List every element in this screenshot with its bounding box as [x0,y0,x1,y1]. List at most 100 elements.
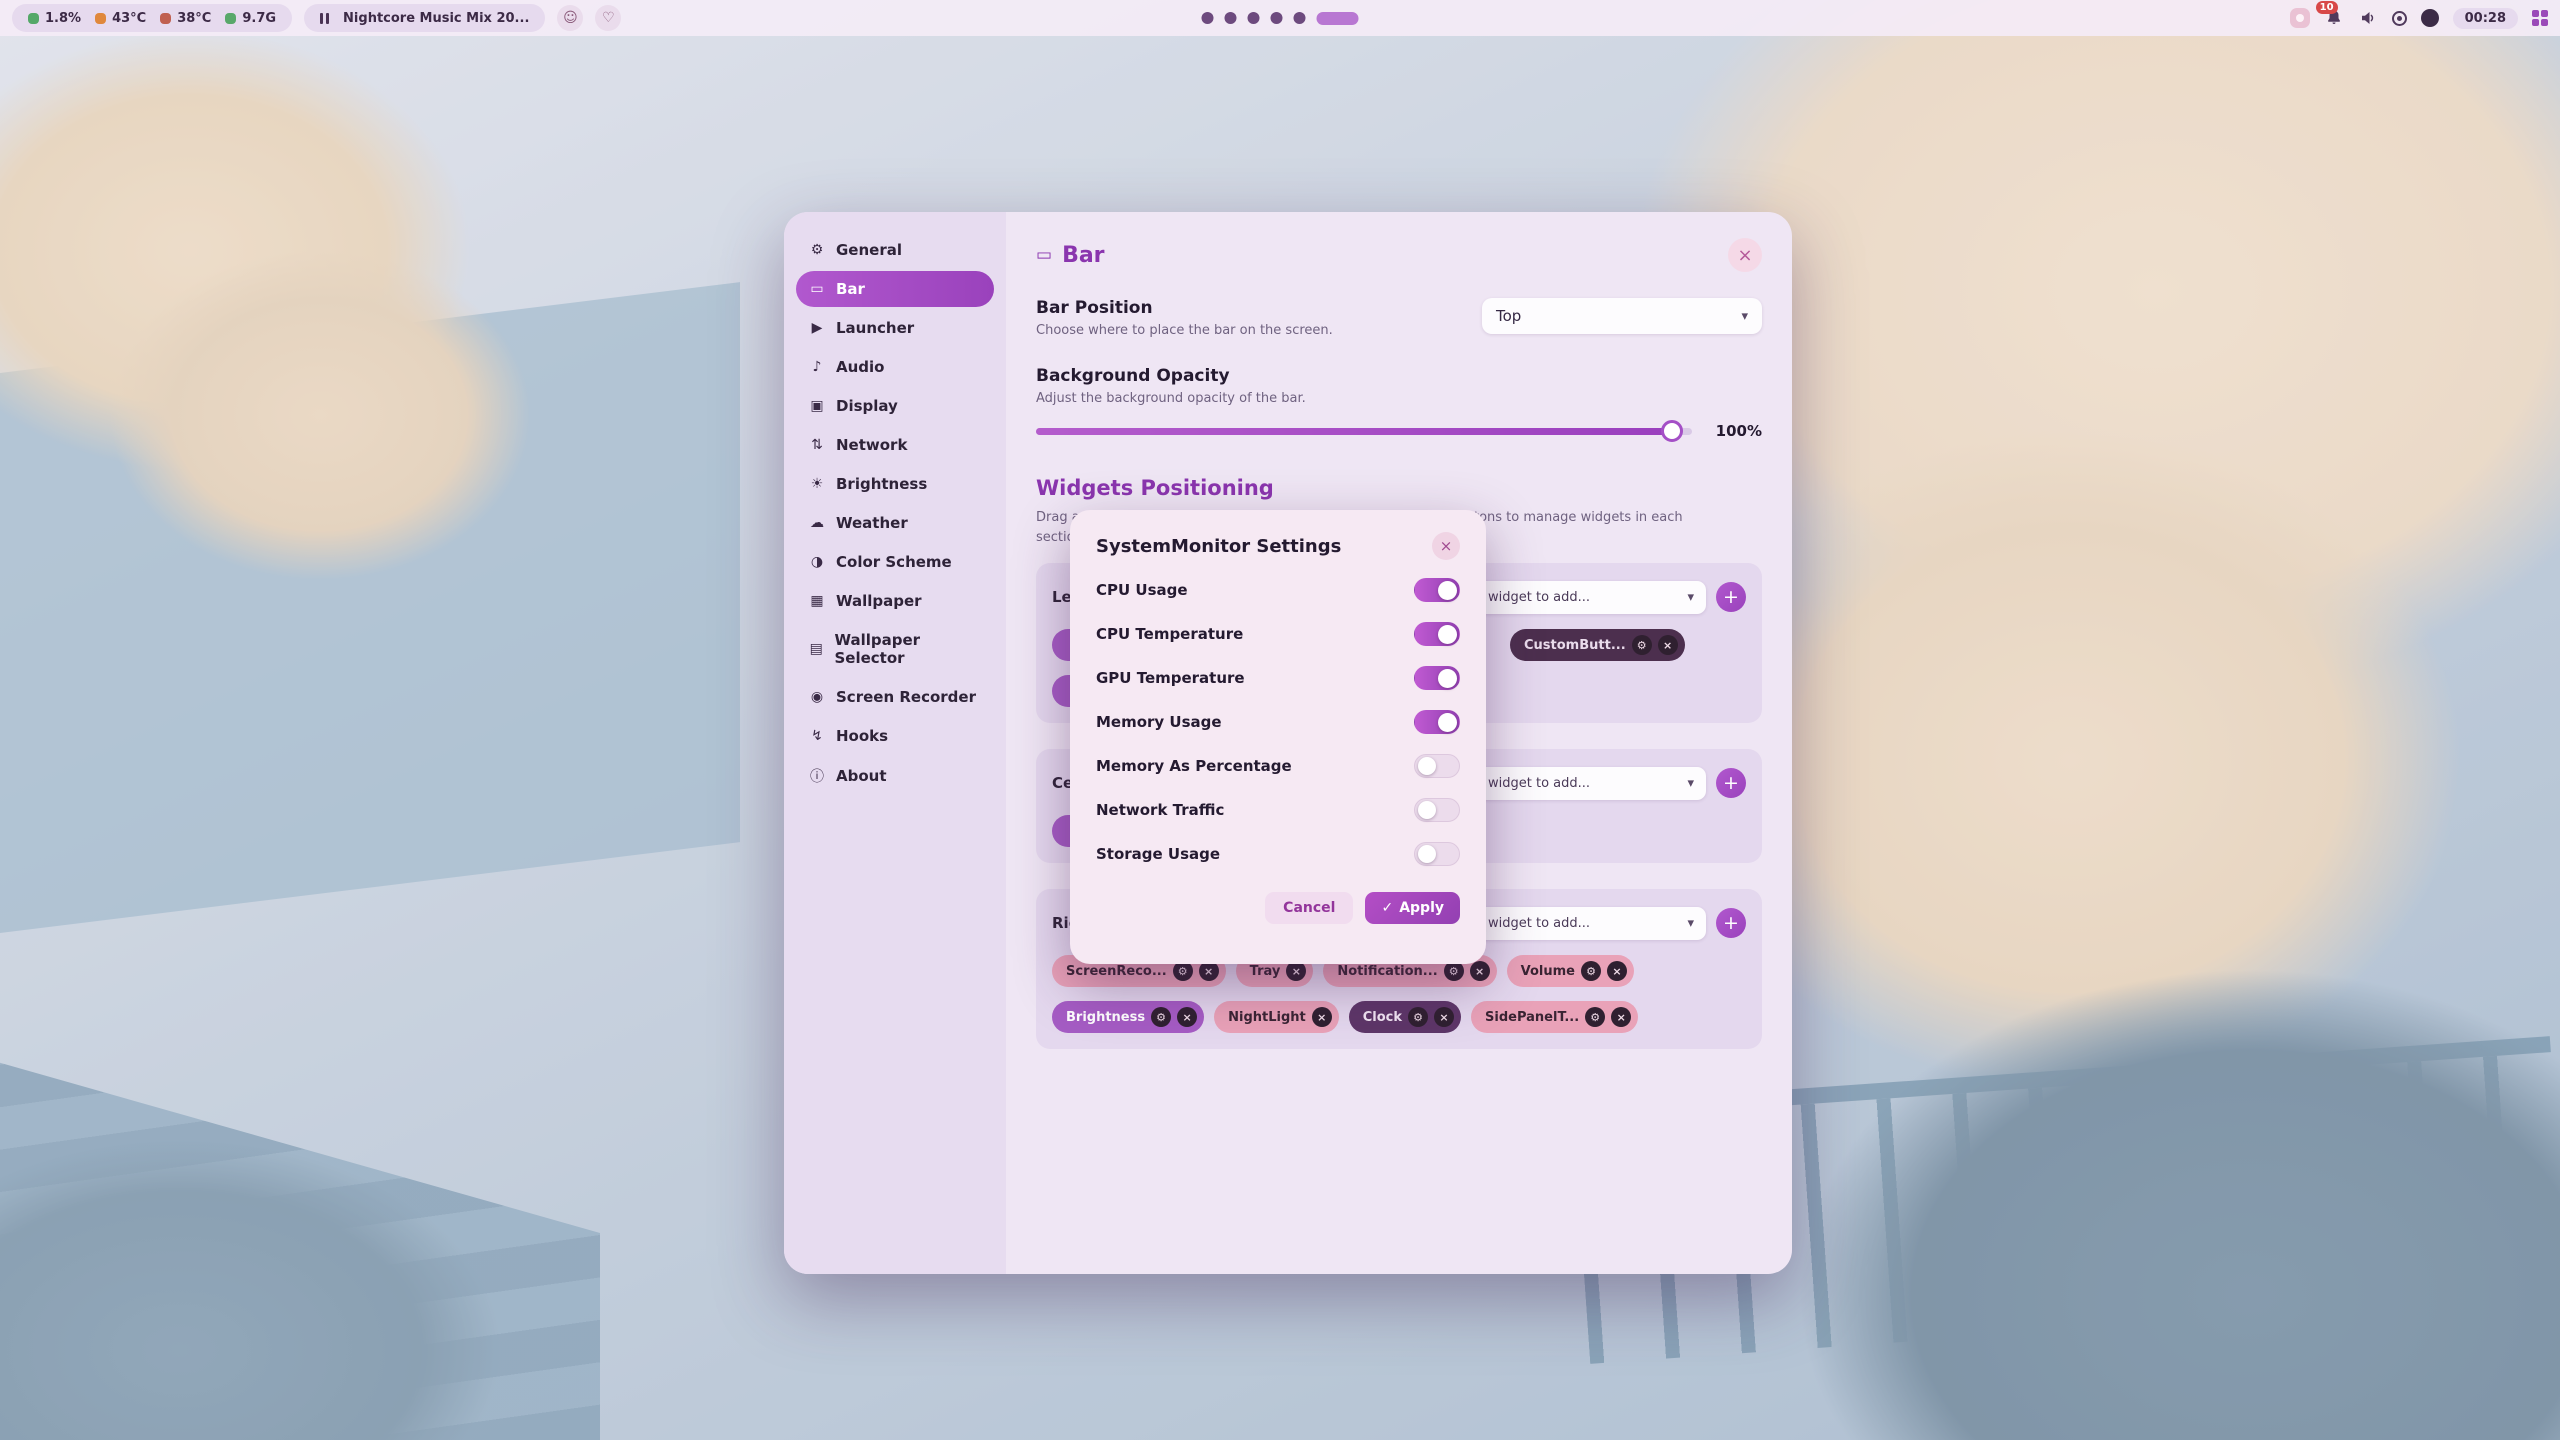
chevron-down-icon: ▾ [1741,309,1748,324]
settings-sidebar: ⚙ General ▭ Bar ▶ Launcher ♪ Audio ▣ Dis… [784,212,1006,1274]
favorites-button[interactable]: ♡ [595,5,621,31]
sidebar-item-brightness[interactable]: ☀ Brightness [796,466,994,502]
chip-settings-button[interactable]: ⚙ [1585,1007,1605,1027]
chevron-down-icon: ▾ [1687,776,1694,791]
sidebar-item-about[interactable]: ⓘ About [796,757,994,795]
clock[interactable]: 00:28 [2453,8,2518,29]
chip-remove-button[interactable]: × [1611,1007,1631,1027]
opacity-value: 100% [1710,422,1762,440]
bar-position-dropdown[interactable]: Top ▾ [1482,298,1762,334]
sidebar-item-wallpaper[interactable]: ▦ Wallpaper [796,583,994,619]
sidebar-item-launcher[interactable]: ▶ Launcher [796,310,994,346]
hook-icon: ↯ [808,728,826,744]
chip-remove-button[interactable]: × [1286,961,1306,981]
sidebar-item-display[interactable]: ▣ Display [796,388,994,424]
memory-as-percentage-toggle[interactable] [1414,754,1460,778]
close-icon: × [1617,1011,1626,1024]
chip-remove-button[interactable]: × [1199,961,1219,981]
cancel-button[interactable]: Cancel [1265,892,1353,924]
memory-icon [225,13,236,24]
chip-settings-button[interactable]: ⚙ [1444,961,1464,981]
memory-usage-toggle[interactable] [1414,710,1460,734]
plus-icon: + [1723,912,1739,934]
night-light-icon[interactable] [2421,9,2439,27]
storage-usage-toggle[interactable] [1414,842,1460,866]
toggle-row: Storage Usage [1096,832,1460,876]
sidebar-item-audio[interactable]: ♪ Audio [796,349,994,385]
chip-custombutton[interactable]: CustomButt... ⚙ × [1510,629,1685,661]
system-stats-pill[interactable]: 1.8% 43°C 38°C 9.7G [12,4,292,32]
sidebar-item-screen-recorder[interactable]: ◉ Screen Recorder [796,679,994,715]
left-add-widget-dropdown[interactable]: widget to add... ▾ [1476,581,1706,614]
sidebar-item-general[interactable]: ⚙ General [796,232,994,268]
launcher-icon[interactable] [2290,8,2310,28]
left-add-widget-button[interactable]: + [1716,582,1746,612]
images-icon: ▤ [808,641,825,657]
palette-icon: ◑ [808,554,826,570]
right-add-widget-dropdown[interactable]: widget to add... ▾ [1476,907,1706,940]
chip-remove-button[interactable]: × [1434,1007,1454,1027]
chip-remove-button[interactable]: × [1470,961,1490,981]
sidebar-item-wallpaper-selector[interactable]: ▤ Wallpaper Selector [796,622,994,676]
chip-nightlight[interactable]: NightLight × [1214,1001,1339,1033]
bar-icon: ▭ [808,281,826,297]
media-player-pill[interactable]: Nightcore Music Mix 20... [304,4,545,32]
gear-icon: ⚙ [1178,965,1188,978]
bar-position-label: Bar Position [1036,298,1333,318]
toggle-row: CPU Temperature [1096,612,1460,656]
modal-title: SystemMonitor Settings [1096,536,1341,557]
workspace-dot[interactable] [1294,12,1306,24]
gear-icon: ⚙ [1449,965,1459,978]
chip-clock[interactable]: Clock ⚙ × [1349,1001,1461,1033]
gpu-temperature-toggle[interactable] [1414,666,1460,690]
chip-remove-button[interactable]: × [1312,1007,1332,1027]
chip-sidepaneltoggle[interactable]: SidePanelT... ⚙ × [1471,1001,1638,1033]
workspace-indicator [1202,0,1359,36]
chip-settings-button[interactable]: ⚙ [1581,961,1601,981]
media-title: Nightcore Music Mix 20... [343,11,529,26]
workspace-dot[interactable] [1271,12,1283,24]
workspace-active-pill[interactable] [1317,12,1359,25]
close-icon: × [1440,537,1453,555]
close-icon: × [1737,245,1752,266]
window-close-button[interactable]: × [1728,238,1762,272]
chip-remove-button[interactable]: × [1658,635,1678,655]
chip-settings-button[interactable]: ⚙ [1632,635,1652,655]
cpu-usage-toggle[interactable] [1414,578,1460,602]
status-bar: 1.8% 43°C 38°C 9.7G Nightcore Music Mix … [0,0,2560,36]
workspace-dot[interactable] [1248,12,1260,24]
workspace-dot[interactable] [1225,12,1237,24]
chip-remove-button[interactable]: × [1607,961,1627,981]
right-add-widget-button[interactable]: + [1716,908,1746,938]
opacity-slider-handle[interactable] [1661,420,1683,442]
check-icon: ✓ [1381,900,1393,916]
workspace-dot[interactable] [1202,12,1214,24]
sidebar-item-network[interactable]: ⇅ Network [796,427,994,463]
center-add-widget-dropdown[interactable]: widget to add... ▾ [1476,767,1706,800]
notifications-button[interactable]: 10 [2324,8,2344,28]
chip-settings-button[interactable]: ⚙ [1151,1007,1171,1027]
volume-button[interactable] [2358,8,2378,28]
chip-remove-button[interactable]: × [1177,1007,1197,1027]
chip-brightness[interactable]: Brightness ⚙ × [1052,1001,1204,1033]
dashboard-grid-icon[interactable] [2532,10,2548,26]
plus-icon: + [1723,772,1739,794]
modal-close-button[interactable]: × [1432,532,1460,560]
apply-button[interactable]: ✓ Apply [1365,892,1460,924]
network-traffic-toggle[interactable] [1414,798,1460,822]
center-add-widget-button[interactable]: + [1716,768,1746,798]
opacity-slider[interactable] [1036,428,1692,435]
sidebar-item-weather[interactable]: ☁ Weather [796,505,994,541]
chip-settings-button[interactable]: ⚙ [1408,1007,1428,1027]
chip-settings-button[interactable]: ⚙ [1173,961,1193,981]
gear-icon: ⚙ [1413,1011,1423,1024]
sidebar-item-bar[interactable]: ▭ Bar [796,271,994,307]
cpu-temperature-toggle[interactable] [1414,622,1460,646]
sidebar-item-hooks[interactable]: ↯ Hooks [796,718,994,754]
chip-volume[interactable]: Volume ⚙ × [1507,955,1634,987]
record-icon[interactable] [2392,11,2407,26]
toggle-row: Memory Usage [1096,700,1460,744]
widgets-positioning-title: Widgets Positioning [1036,476,1762,500]
emoji-button[interactable]: ☺ [557,5,583,31]
sidebar-item-color-scheme[interactable]: ◑ Color Scheme [796,544,994,580]
